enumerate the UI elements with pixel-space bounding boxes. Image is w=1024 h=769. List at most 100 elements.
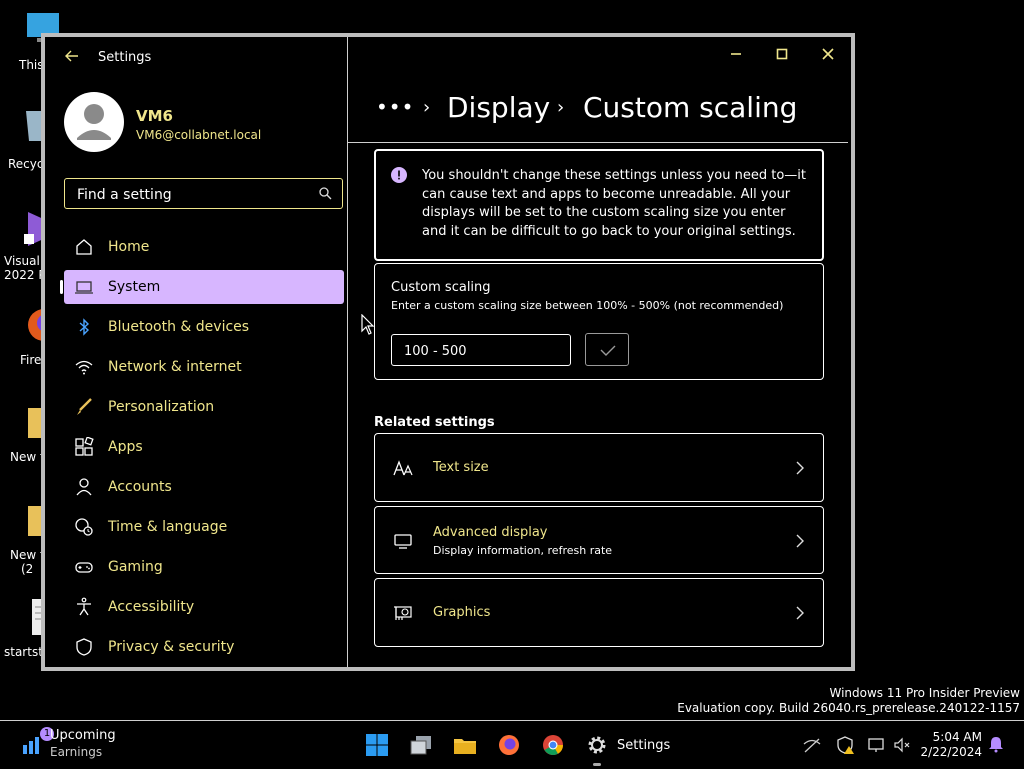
breadcrumb-more-button[interactable]: ••• [376,95,414,119]
related-item-label: Advanced display [433,525,548,540]
task-view-icon[interactable] [409,733,433,757]
nav-label: Accounts [108,479,172,495]
chevron-right-icon [796,461,804,475]
nav-label: Apps [108,439,143,455]
nav-item-system[interactable]: System [60,270,344,304]
nav-item-home[interactable]: Home [64,230,344,264]
related-item-graphics[interactable]: Graphics [374,578,824,647]
nav-item-network[interactable]: Network & internet [64,350,344,384]
shield-icon [76,638,92,656]
widgets-button[interactable]: 1 Upcoming Earnings [10,721,120,769]
file-explorer-icon[interactable] [453,733,477,757]
apply-scaling-button[interactable] [585,333,629,366]
clock-time: 5:04 AM [932,730,982,744]
related-item-label: Graphics [433,605,491,620]
nav-item-accounts[interactable]: Accounts [64,470,344,504]
person-icon [76,478,92,496]
nav-item-time-language[interactable]: Time & language [64,510,344,544]
chevron-right-icon [796,606,804,620]
custom-scaling-field[interactable] [391,334,571,366]
nav-item-bluetooth[interactable]: Bluetooth & devices [64,310,344,344]
desktop-icon-label: Recyc [8,157,44,171]
nav-label: Bluetooth & devices [108,319,250,335]
mouse-cursor-icon [361,314,375,335]
search-input[interactable] [75,184,309,206]
breadcrumb-display[interactable]: Display [447,91,550,124]
graphics-card-icon [394,606,412,620]
firefox-icon[interactable] [497,733,521,757]
minimize-button[interactable] [721,43,751,69]
nav-label: Gaming [108,559,163,575]
monitor-icon [394,534,412,549]
back-button[interactable] [65,49,85,65]
nav-label: Privacy & security [108,639,235,655]
volume-muted-icon[interactable] [892,735,912,755]
related-item-description: Display information, refresh rate [433,544,613,557]
nav-label: Network & internet [108,359,242,375]
nav-list: Home System Bluetooth & devices Network … [60,230,344,670]
network-disconnected-icon[interactable] [802,735,822,755]
gear-icon [588,736,606,754]
related-item-label: Text size [433,460,489,475]
maximize-button[interactable] [767,43,797,69]
nav-item-apps[interactable]: Apps [64,430,344,464]
related-item-text-size[interactable]: Text size [374,433,824,502]
custom-scaling-input[interactable] [402,341,566,361]
text-size-icon [393,460,413,476]
page-title: Custom scaling [583,91,798,124]
checkmark-icon [600,345,616,356]
user-email[interactable]: VM6@collabnet.local [136,128,261,142]
chevron-right-icon [796,534,804,548]
system-clock[interactable]: 5:04 AM 2/22/2024 [920,730,982,760]
content-pane[interactable]: You shouldn't change these settings unle… [348,143,852,667]
wifi-icon [75,360,93,375]
nav-label: Personalization [108,399,215,415]
chrome-icon[interactable] [541,733,565,757]
search-box[interactable] [64,178,343,209]
maximize-icon [776,48,788,60]
laptop-icon [75,281,93,294]
running-indicator [593,763,601,766]
watermark-line: Windows 11 Pro Insider Preview [829,686,1020,700]
nav-label: Home [108,239,150,255]
taskbar-settings-label: Settings [617,738,671,753]
custom-scaling-card: Custom scaling Enter a custom scaling si… [374,263,824,380]
breadcrumb: ••• › Display › Custom scaling [348,77,848,143]
security-warning-icon[interactable] [835,735,855,755]
related-item-advanced-display[interactable]: Advanced display Display information, re… [374,506,824,574]
nav-item-personalization[interactable]: Personalization [64,390,344,424]
notification-bell-icon[interactable] [987,735,1005,753]
widget-subtitle: Earnings [50,745,103,759]
bluetooth-icon [79,318,90,336]
desktop-icon-label: Visual 2022 P [4,254,46,282]
title-bar[interactable]: Settings [45,37,851,77]
brush-icon [77,398,92,415]
avatar[interactable] [64,92,124,152]
accessibility-icon [77,597,91,616]
close-icon [822,48,834,60]
related-settings-heading: Related settings [374,415,495,430]
network-icon[interactable] [866,735,886,755]
chevron-right-icon: › [557,97,565,118]
desktop-icon-label: Fire [20,353,42,367]
app-title: Settings [98,50,152,65]
user-name[interactable]: VM6 [136,107,173,125]
nav-label: Time & language [108,519,228,535]
settings-window: Settings VM6 VM6@collabnet.local Find a … [41,33,855,671]
nav-item-gaming[interactable]: Gaming [64,550,344,584]
warning-text: You shouldn't change these settings unle… [422,168,807,239]
arrow-left-icon [65,50,78,62]
search-icon[interactable] [318,186,332,200]
start-icon[interactable] [365,733,389,757]
clock-date: 2/22/2024 [920,745,982,759]
custom-scaling-subtitle: Enter a custom scaling size between 100%… [391,299,784,312]
close-button[interactable] [813,43,843,69]
nav-item-privacy-security[interactable]: Privacy & security [64,630,344,664]
nav-label: System [108,279,161,295]
desktop-icon-label: This [19,58,44,72]
nav-item-accessibility[interactable]: Accessibility [64,590,344,624]
taskbar: 1 Upcoming Earnings Settings 5:04 AM 2/2… [0,720,1024,768]
globe-clock-icon [75,518,93,536]
gamepad-icon [75,562,93,573]
nav-label: Accessibility [108,599,195,615]
